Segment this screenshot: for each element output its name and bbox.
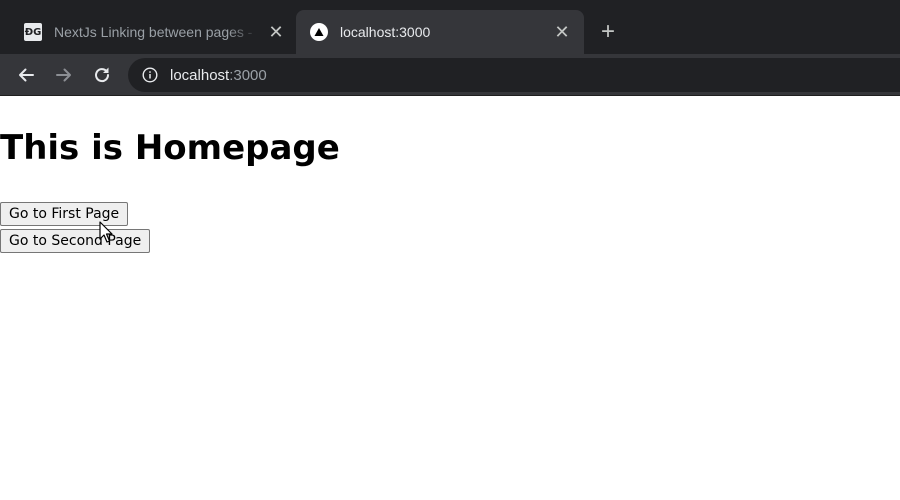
url-host: localhost — [170, 66, 230, 84]
reload-icon — [95, 67, 110, 83]
arrow-left-icon — [19, 68, 34, 82]
browser-toolbar: localhost:3000 — [0, 54, 900, 96]
tab-title: NextJs Linking between pages - … — [54, 24, 258, 40]
go-to-second-page-button[interactable]: Go to Second Page — [0, 229, 151, 253]
forward-button[interactable] — [51, 62, 77, 88]
tab-strip: ÐG NextJs Linking between pages - … ✕ lo… — [0, 0, 900, 54]
info-icon[interactable] — [142, 67, 158, 83]
close-icon[interactable]: ✕ — [266, 22, 286, 42]
gfg-logo-icon: ÐG — [24, 23, 42, 41]
page-content: This is Homepage Go to First Page Go to … — [0, 96, 900, 500]
tab-title: localhost:3000 — [340, 24, 431, 40]
address-bar[interactable]: localhost:3000 — [128, 58, 900, 92]
reload-button[interactable] — [89, 62, 115, 88]
tab-nextjs-linking[interactable]: ÐG NextJs Linking between pages - … ✕ — [0, 10, 298, 54]
new-tab-button[interactable]: + — [596, 18, 620, 45]
tab-localhost[interactable]: localhost:3000 ✕ — [296, 10, 584, 54]
url-text: localhost:3000 — [170, 67, 267, 84]
go-to-first-page-button[interactable]: Go to First Page — [0, 202, 129, 226]
back-button[interactable] — [13, 62, 39, 88]
close-icon[interactable]: ✕ — [552, 22, 572, 42]
url-port: :3000 — [229, 66, 267, 84]
nextjs-logo-icon — [310, 23, 328, 41]
arrow-right-icon — [56, 68, 71, 82]
page-heading: This is Homepage — [0, 128, 340, 168]
